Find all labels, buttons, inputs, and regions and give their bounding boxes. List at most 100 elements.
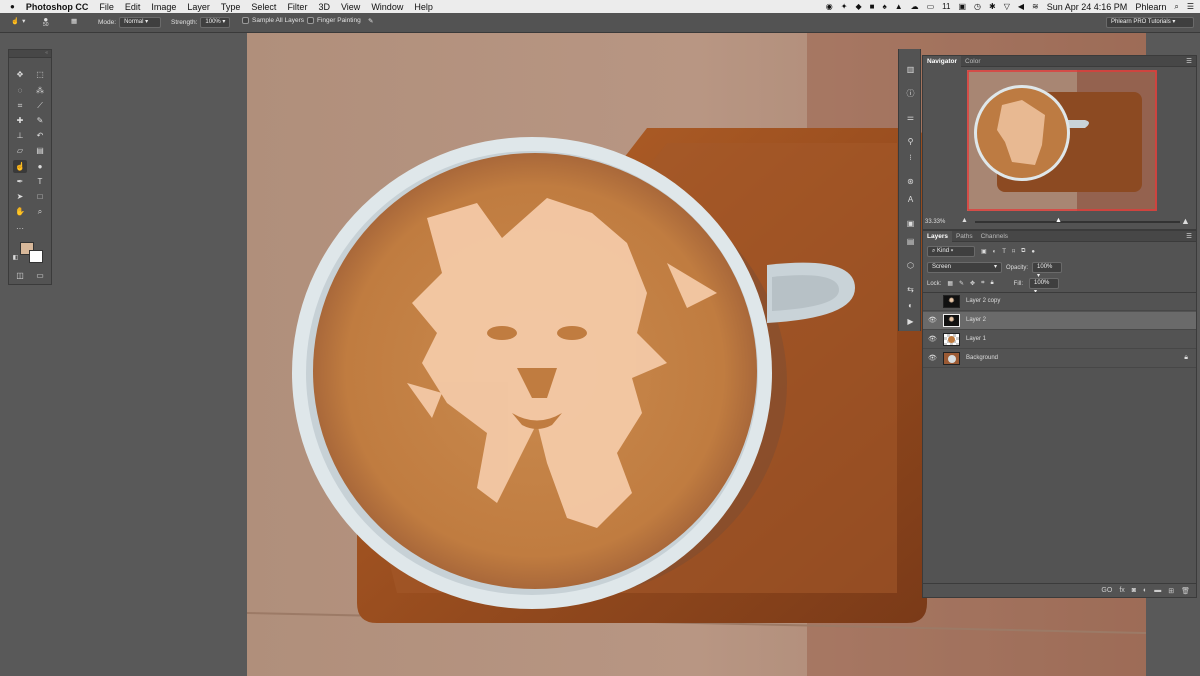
filter-type-icon[interactable]: T bbox=[1002, 249, 1006, 255]
delete-layer-icon[interactable]: 🗑︎ bbox=[1181, 587, 1190, 595]
layer-name[interactable]: Layer 2 bbox=[966, 317, 986, 323]
zoom-in-icon[interactable]: ▲ bbox=[1181, 216, 1190, 226]
layer-row-layer-2[interactable]: 👁︎ ✹ Layer 2 bbox=[923, 312, 1196, 330]
filter-adjustment-icon[interactable]: ◐ bbox=[993, 249, 997, 255]
histogram-icon[interactable]: ▥ bbox=[904, 63, 917, 76]
layer-name[interactable]: Background bbox=[966, 355, 998, 361]
screen-mode-icon[interactable]: ▭ bbox=[33, 269, 47, 282]
extension-icon[interactable]: ✦ bbox=[841, 2, 848, 11]
new-layer-icon[interactable]: ⊞ bbox=[1168, 587, 1174, 595]
new-group-icon[interactable]: ▬ bbox=[1154, 587, 1161, 594]
pressure-toggle[interactable]: ✎ bbox=[368, 17, 373, 25]
healing-brush-tool-icon[interactable]: ✚ bbox=[13, 114, 27, 127]
dropbox-icon[interactable]: ◆ bbox=[855, 2, 861, 11]
rectangle-tool-icon[interactable]: □ bbox=[33, 190, 47, 203]
wifi-icon[interactable]: ≋ bbox=[1032, 2, 1039, 11]
lock-image-icon[interactable]: ✎ bbox=[959, 280, 964, 287]
lock-artboard-icon[interactable]: ⌗ bbox=[981, 280, 984, 287]
menu-select[interactable]: Select bbox=[251, 2, 276, 12]
menu-3d[interactable]: 3D bbox=[318, 2, 330, 12]
notification-icon[interactable]: ☰ bbox=[1187, 2, 1194, 11]
new-adjustment-icon[interactable]: ◐ bbox=[1143, 587, 1147, 594]
swatches-icon[interactable]: ⁝ bbox=[904, 151, 917, 164]
menu-file[interactable]: File bbox=[99, 2, 114, 12]
cloud-icon[interactable]: ☁ bbox=[911, 2, 919, 11]
add-mask-icon[interactable]: ◙ bbox=[1132, 587, 1136, 594]
eye-icon[interactable]: 👁︎ bbox=[928, 317, 937, 325]
menu-view[interactable]: View bbox=[341, 2, 360, 12]
layer-row-background[interactable]: 👁︎ Background 🔒︎ bbox=[923, 350, 1196, 368]
link-layers-icon[interactable]: GO bbox=[1101, 587, 1112, 594]
move-tool-icon[interactable]: ✥ bbox=[13, 68, 27, 81]
zoom-slider-thumb[interactable]: ▲ bbox=[1055, 217, 1062, 224]
date-time[interactable]: Sun Apr 24 4:16 PM bbox=[1047, 2, 1128, 12]
brush-panel-toggle[interactable]: ▦ bbox=[71, 17, 77, 25]
battery-icon[interactable]: ▭ bbox=[927, 2, 935, 11]
lock-position-icon[interactable]: ✥ bbox=[970, 280, 975, 287]
brush-picker[interactable]: ● 50 bbox=[43, 15, 49, 28]
zoom-slider[interactable]: ▲ bbox=[975, 217, 1180, 224]
tab-color[interactable]: Color bbox=[961, 56, 985, 67]
background-color-swatch[interactable] bbox=[29, 250, 43, 263]
clone-source-icon[interactable]: ⊛ bbox=[904, 175, 917, 188]
smudge-tool-icon[interactable]: ☝ bbox=[13, 160, 27, 173]
bluetooth-icon[interactable]: ✱ bbox=[989, 2, 996, 11]
quick-mask-icon[interactable]: ◫ bbox=[13, 269, 27, 282]
panel-menu-icon[interactable]: ☰ bbox=[1186, 57, 1196, 65]
clone-stamp-tool-icon[interactable]: ⊥ bbox=[13, 129, 27, 142]
history-brush-tool-icon[interactable]: ↶ bbox=[33, 129, 47, 142]
visibility-toggle[interactable] bbox=[928, 298, 937, 306]
zoom-level[interactable]: 33.33% bbox=[925, 219, 945, 225]
tab-paths[interactable]: Paths bbox=[952, 231, 977, 242]
navigator-thumbnail[interactable] bbox=[967, 70, 1157, 211]
tools-panel-header[interactable]: « bbox=[9, 50, 51, 58]
sample-all-layers-checkbox[interactable]: Sample All Layers bbox=[242, 17, 304, 24]
default-colors-icon[interactable]: ◧ bbox=[11, 253, 20, 262]
dodge-tool-icon[interactable]: ● bbox=[33, 160, 47, 173]
volume-icon[interactable]: ◀ bbox=[1018, 2, 1024, 11]
info-icon[interactable]: ⓘ bbox=[904, 87, 917, 100]
actions-play-icon[interactable]: ▶ bbox=[904, 315, 917, 328]
panel-menu-icon[interactable]: ☰ bbox=[1186, 232, 1196, 240]
3d-icon[interactable]: ⬡ bbox=[904, 259, 917, 272]
filter-kind-select[interactable]: ⌕ Kind ▾ bbox=[927, 246, 975, 257]
lock-transparent-icon[interactable]: ▦ bbox=[947, 280, 953, 287]
path-selection-tool-icon[interactable]: ➤ bbox=[13, 190, 27, 203]
color-wheel-icon[interactable]: ◐ bbox=[904, 299, 917, 312]
layer-row-layer-1[interactable]: 👁︎ Layer 1 bbox=[923, 331, 1196, 349]
marquee-tool-icon[interactable]: ⬚ bbox=[33, 68, 47, 81]
finger-painting-checkbox[interactable]: Finger Painting bbox=[307, 17, 361, 24]
display-icon[interactable]: ▣ bbox=[958, 2, 966, 11]
layer-name[interactable]: Layer 2 copy bbox=[966, 298, 1000, 304]
apple-menu-icon[interactable]: ● bbox=[10, 2, 15, 11]
lasso-tool-icon[interactable]: ◌ bbox=[13, 84, 27, 97]
properties-icon[interactable]: ▤ bbox=[904, 235, 917, 248]
opacity-input[interactable]: 100% ▾ bbox=[1032, 262, 1063, 279]
menu-layer[interactable]: Layer bbox=[187, 2, 210, 12]
crop-tool-icon[interactable]: ⌗ bbox=[13, 99, 27, 112]
type-tool-icon[interactable]: T bbox=[33, 175, 47, 188]
styles-icon[interactable]: ⇆ bbox=[904, 283, 917, 296]
gradient-tool-icon[interactable]: ▤ bbox=[33, 144, 47, 157]
zoom-tool-icon[interactable]: ⌕ bbox=[33, 205, 47, 218]
menu-image[interactable]: Image bbox=[151, 2, 176, 12]
eye-icon[interactable]: 👁︎ bbox=[928, 355, 937, 363]
filter-shape-icon[interactable]: ⌑ bbox=[1012, 248, 1015, 255]
mode-select[interactable]: Normal ▾ bbox=[119, 17, 162, 28]
tab-navigator[interactable]: Navigator bbox=[923, 55, 961, 67]
blend-mode-select[interactable]: Screen ▾ bbox=[927, 262, 1002, 273]
workspace-select[interactable]: Phlearn PRO Tutorials ▾ bbox=[1106, 17, 1194, 28]
time-machine-icon[interactable]: ◷ bbox=[974, 2, 981, 11]
brush-tool-icon[interactable]: ✎ bbox=[33, 114, 47, 127]
eyedropper-tool-icon[interactable]: ⟋ bbox=[33, 99, 47, 112]
character-icon[interactable]: A bbox=[904, 193, 917, 206]
evernote-icon[interactable]: ♠ bbox=[882, 2, 886, 11]
menu-window[interactable]: Window bbox=[371, 2, 403, 12]
more-tools-icon[interactable]: ··· bbox=[13, 222, 27, 235]
pen-tool-icon[interactable]: ✒ bbox=[13, 175, 27, 188]
record-icon[interactable]: ◉ bbox=[826, 2, 833, 11]
layer-row-layer-2-copy[interactable]: ✹ Layer 2 copy bbox=[923, 293, 1196, 311]
user-name[interactable]: Phlearn bbox=[1135, 2, 1166, 12]
menu-help[interactable]: Help bbox=[414, 2, 433, 12]
magic-wand-tool-icon[interactable]: ⁂ bbox=[33, 84, 47, 97]
